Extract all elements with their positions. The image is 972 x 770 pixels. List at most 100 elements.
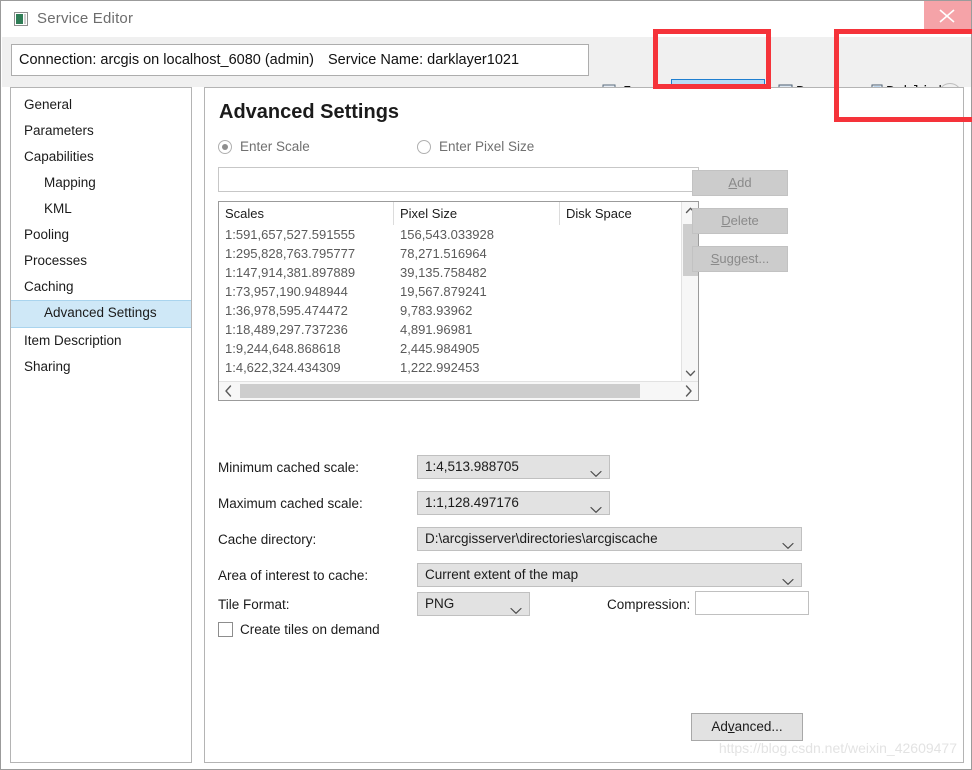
sidebar-item-mapping[interactable]: Mapping	[11, 170, 191, 196]
cell-disk-space	[560, 263, 681, 282]
checkbox-indicator	[218, 622, 233, 637]
add-button[interactable]: Add	[692, 170, 788, 196]
delete-accel: D	[721, 213, 731, 228]
column-header-pixel-size[interactable]: Pixel Size	[394, 202, 560, 225]
chevron-down-icon	[590, 499, 602, 514]
sidebar-item-advanced-settings[interactable]: Advanced Settings	[11, 300, 191, 328]
add-label: dd	[737, 175, 752, 190]
cell-disk-space	[560, 301, 681, 320]
tile-format-select[interactable]: PNG	[417, 592, 530, 616]
compression-input[interactable]	[695, 591, 809, 615]
create-tiles-on-demand-label: Create tiles on demand	[240, 622, 380, 637]
compression-label: Compression:	[607, 597, 691, 612]
advanced-button[interactable]: Advanced...	[691, 713, 803, 741]
watermark-text: https://blog.csdn.net/weixin_42609477	[718, 740, 957, 756]
cell-scale: 1:18,489,297.737236	[225, 322, 348, 337]
tile-format-value: PNG	[425, 596, 455, 611]
table-row[interactable]: 1:4,622,324.434309 1,222.992453	[219, 358, 681, 377]
cell-pixel-size: 78,271.516964	[400, 246, 487, 261]
sidebar-item-general[interactable]: General	[11, 92, 191, 118]
cell-scale: 1:295,828,763.795777	[225, 246, 356, 261]
min-cached-scale-select[interactable]: 1:4,513.988705	[417, 455, 610, 479]
scroll-left-icon[interactable]	[219, 382, 238, 400]
scroll-right-icon[interactable]	[679, 382, 698, 400]
table-row[interactable]: 1:36,978,595.474472 9,783.93962	[219, 301, 681, 320]
radio-enter-scale[interactable]: Enter Scale	[218, 139, 310, 154]
min-cached-scale-label: Minimum cached scale:	[218, 460, 360, 475]
cell-scale: 1:147,914,381.897889	[225, 265, 356, 280]
sidebar-item-item-description[interactable]: Item Description	[11, 328, 191, 354]
advanced-settings-panel: Advanced Settings Enter Scale Enter Pixe…	[204, 87, 964, 763]
cell-scale: 1:4,622,324.434309	[225, 360, 341, 375]
column-header-scales[interactable]: Scales	[219, 202, 394, 225]
sidebar-item-caching[interactable]: Caching	[11, 274, 191, 300]
cell-pixel-size: 156,543.033928	[400, 227, 494, 242]
cache-directory-select[interactable]: D:\arcgisserver\directories\arcgiscache	[417, 527, 802, 551]
area-of-interest-value: Current extent of the map	[425, 567, 579, 582]
cell-pixel-size: 1,222.992453	[400, 360, 480, 375]
table-body: 1:591,657,527.591555 156,543.033928 1:29…	[219, 225, 681, 380]
create-tiles-on-demand-checkbox[interactable]: Create tiles on demand	[218, 622, 380, 637]
sidebar-item-parameters[interactable]: Parameters	[11, 118, 191, 144]
settings-nav-tree: General Parameters Capabilities Mapping …	[10, 87, 192, 763]
cell-scale: 1:9,244,648.868618	[225, 341, 341, 356]
toolbar-row: Connection: arcgis on localhost_6080 (ad…	[2, 37, 971, 107]
table-header-row: Scales Pixel Size Disk Space	[219, 202, 681, 225]
title-bar: Service Editor	[1, 1, 971, 37]
delete-button[interactable]: Delete	[692, 208, 788, 234]
chevron-down-icon	[590, 463, 602, 478]
cell-disk-space	[560, 282, 681, 301]
cell-disk-space	[560, 320, 681, 339]
service-editor-window: Service Editor Connection: arcgis on loc…	[0, 0, 972, 770]
table-horizontal-scrollbar[interactable]	[219, 381, 698, 400]
connection-text: Connection: arcgis on localhost_6080 (ad…	[19, 52, 315, 68]
advanced-accel: v	[727, 719, 735, 734]
tile-format-label: Tile Format:	[218, 597, 290, 612]
chevron-down-icon	[782, 571, 794, 586]
table-row[interactable]: 1:9,244,648.868618 2,445.984905	[219, 339, 681, 358]
delete-label: elete	[730, 213, 759, 228]
window-title: Service Editor	[37, 10, 134, 27]
cell-disk-space	[560, 358, 681, 377]
cell-pixel-size: 39,135.758482	[400, 265, 487, 280]
area-of-interest-select[interactable]: Current extent of the map	[417, 563, 802, 587]
sidebar-item-kml[interactable]: KML	[11, 196, 191, 222]
scale-entry-input[interactable]	[218, 167, 699, 192]
cell-disk-space	[560, 244, 681, 263]
radio-enter-scale-indicator	[218, 139, 232, 154]
cell-pixel-size: 2,445.984905	[400, 341, 480, 356]
table-row[interactable]: 1:295,828,763.795777 78,271.516964	[219, 244, 681, 263]
advanced-pre: Ad	[711, 719, 728, 734]
cell-pixel-size: 9,783.93962	[400, 303, 473, 318]
sidebar-item-processes[interactable]: Processes	[11, 248, 191, 274]
area-of-interest-label: Area of interest to cache:	[218, 568, 369, 583]
table-row[interactable]: 1:147,914,381.897889 39,135.758482	[219, 263, 681, 282]
sidebar-item-capabilities[interactable]: Capabilities	[11, 144, 191, 170]
table-row[interactable]: 1:591,657,527.591555 156,543.033928	[219, 225, 681, 244]
chevron-down-icon	[510, 600, 522, 615]
cell-disk-space	[560, 339, 681, 358]
table-row[interactable]: 1:73,957,190.948944 19,567.879241	[219, 282, 681, 301]
radio-enter-scale-label: Enter Scale	[240, 139, 310, 154]
radio-enter-pixel-size-indicator	[417, 139, 431, 154]
close-button[interactable]	[924, 1, 971, 31]
connection-info-field[interactable]: Connection: arcgis on localhost_6080 (ad…	[11, 44, 589, 76]
cache-directory-label: Cache directory:	[218, 532, 317, 547]
advanced-post: anced...	[734, 719, 783, 734]
column-header-disk-space[interactable]: Disk Space	[560, 202, 681, 225]
suggest-button[interactable]: Suggest...	[692, 246, 788, 272]
suggest-label: uggest...	[719, 251, 770, 266]
cell-scale: 1:591,657,527.591555	[225, 227, 356, 242]
scales-table: Scales Pixel Size Disk Space 1:591,657,5…	[218, 201, 699, 401]
chevron-down-icon	[782, 535, 794, 550]
sidebar-item-sharing[interactable]: Sharing	[11, 354, 191, 380]
table-row[interactable]: 1:18,489,297.737236 4,891.96981	[219, 320, 681, 339]
max-cached-scale-value: 1:1,128.497176	[425, 495, 519, 510]
max-cached-scale-select[interactable]: 1:1,128.497176	[417, 491, 610, 515]
cell-scale: 1:36,978,595.474472	[225, 303, 348, 318]
radio-enter-pixel-size[interactable]: Enter Pixel Size	[417, 139, 534, 154]
sidebar-item-pooling[interactable]: Pooling	[11, 222, 191, 248]
radio-enter-pixel-size-label: Enter Pixel Size	[439, 139, 535, 154]
scroll-down-icon[interactable]	[682, 365, 699, 382]
table-horizontal-scroll-thumb[interactable]	[240, 384, 640, 398]
